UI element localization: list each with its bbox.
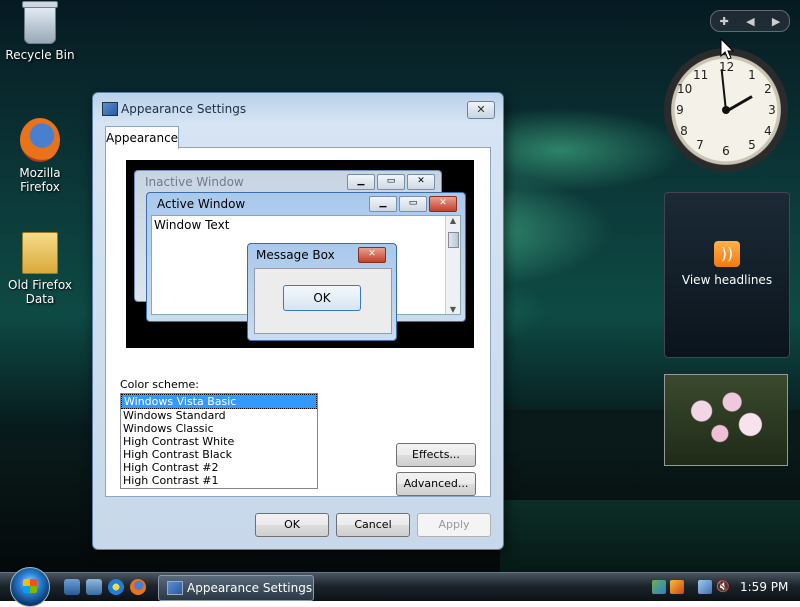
close-icon: ✕ [358, 247, 386, 263]
clock-gadget[interactable]: 12 1 2 3 4 5 6 7 8 9 10 11 [664, 48, 788, 172]
maximize-icon: ▭ [399, 196, 427, 212]
desktop-wallpaper-lake [500, 500, 800, 572]
desktop-icon-firefox[interactable]: Mozilla Firefox [0, 118, 80, 194]
folder-icon [22, 232, 58, 274]
switch-windows-icon[interactable] [86, 579, 102, 595]
list-item[interactable]: Windows Classic [121, 422, 317, 435]
clock-number: 9 [676, 103, 684, 117]
clock-number: 10 [677, 82, 693, 96]
previous-icon[interactable]: ◀ [746, 15, 754, 28]
dialog-title: Appearance Settings [121, 102, 247, 116]
close-button[interactable]: ✕ [467, 101, 495, 119]
taskbar: Appearance Settings 🔇 1:59 PM [0, 567, 800, 607]
close-icon: ✕ [407, 174, 435, 190]
recycle-bin-icon [22, 1, 58, 44]
show-desktop-icon[interactable] [64, 579, 80, 595]
message-box-ok-button: OK [283, 285, 361, 311]
view-headlines-label: View headlines [681, 273, 773, 287]
list-item[interactable]: Windows Vista Basic [121, 394, 317, 409]
desktop-icon-label: Mozilla Firefox [19, 166, 61, 194]
apply-button[interactable]: Apply [417, 513, 491, 537]
minimize-icon: ▁ [369, 196, 397, 212]
start-button[interactable] [10, 567, 50, 607]
list-item[interactable]: High Contrast Black [121, 448, 317, 461]
message-box-body: OK [254, 268, 392, 334]
feed-headlines-gadget[interactable]: )) View headlines [664, 192, 790, 358]
message-box-buttons: ✕ [358, 247, 386, 263]
desktop-icon-label: Old Firefox Data [8, 278, 72, 306]
clock-number: 11 [693, 68, 709, 82]
scroll-thumb [448, 232, 459, 248]
security-shield-icon[interactable] [670, 580, 684, 594]
gadget-toolbar: ✚ ◀ ▶ [710, 10, 790, 32]
list-item[interactable]: High Contrast White [121, 435, 317, 448]
active-window-buttons: ▁ ▭ ✕ [369, 196, 457, 212]
list-item[interactable]: Windows Standard [121, 409, 317, 422]
scroll-up-icon: ▲ [449, 216, 457, 225]
window-text-label: Window Text [154, 218, 230, 232]
desktop: Recycle Bin Mozilla Firefox Old Firefox … [0, 0, 800, 572]
message-box-title: Message Box [256, 248, 335, 262]
rss-icon: )) [714, 241, 740, 267]
appearance-preview: Inactive Window ▁ ▭ ✕ Active Window ▁ ▭ … [126, 160, 474, 348]
active-window-title: Active Window [157, 197, 246, 211]
clock-number: 1 [748, 68, 756, 82]
message-box-preview: Message Box ✕ OK [247, 243, 397, 341]
appearance-settings-dialog: Appearance Settings ✕ Appearance Inactiv… [92, 92, 504, 550]
inactive-window-title: Inactive Window [145, 175, 244, 189]
display-settings-icon [102, 102, 118, 116]
list-item[interactable]: High Contrast #2 [121, 461, 317, 474]
appearance-tab-panel: Inactive Window ▁ ▭ ✕ Active Window ▁ ▭ … [105, 147, 491, 497]
taskbar-item-appearance-settings[interactable]: Appearance Settings [158, 575, 314, 601]
volume-muted-icon[interactable]: 🔇 [716, 580, 730, 594]
minimize-icon: ▁ [347, 174, 375, 190]
effects-button[interactable]: Effects... [396, 443, 476, 467]
clock-number: 4 [764, 124, 772, 138]
clock-number: 6 [722, 144, 730, 158]
color-scheme-label: Color scheme: [120, 378, 199, 391]
firefox-icon [20, 118, 60, 162]
clock-number: 2 [764, 82, 772, 96]
cancel-button[interactable]: Cancel [336, 513, 410, 537]
maximize-icon: ▭ [377, 174, 405, 190]
clock-time[interactable]: 1:59 PM [740, 573, 788, 601]
display-settings-icon [167, 581, 183, 595]
clock-number: 5 [748, 138, 756, 152]
slideshow-gadget[interactable] [664, 374, 788, 466]
clock-minute-hand [720, 69, 727, 112]
connection-icon[interactable] [698, 580, 712, 594]
advanced-button[interactable]: Advanced... [396, 472, 476, 496]
active-window-preview: Active Window ▁ ▭ ✕ Window Text ▲ ▼ Mess… [146, 192, 466, 341]
system-tray: 🔇 1:59 PM [646, 573, 800, 601]
clock-number: 7 [696, 138, 704, 152]
list-item[interactable]: High Contrast #1 [121, 474, 317, 487]
inactive-window-buttons: ▁ ▭ ✕ [347, 174, 435, 190]
desktop-icon-label: Recycle Bin [5, 48, 75, 62]
tab-appearance[interactable]: Appearance [105, 126, 179, 149]
color-scheme-list[interactable]: Windows Vista Basic Windows Standard Win… [120, 393, 318, 489]
desktop-icon-old-firefox-data[interactable]: Old Firefox Data [0, 232, 80, 306]
network-icon[interactable] [652, 580, 666, 594]
scrollbar: ▲ ▼ [445, 216, 460, 314]
scroll-down-icon: ▼ [449, 305, 457, 314]
internet-explorer-icon[interactable] [108, 579, 124, 595]
clock-number: 8 [680, 124, 688, 138]
clock-number: 3 [768, 103, 776, 117]
ok-button[interactable]: OK [255, 513, 329, 537]
add-gadget-icon[interactable]: ✚ [720, 15, 729, 28]
mouse-cursor-icon [720, 38, 734, 60]
desktop-icon-recycle-bin[interactable]: Recycle Bin [0, 1, 80, 62]
close-icon: ✕ [429, 196, 457, 212]
next-icon[interactable]: ▶ [772, 15, 780, 28]
taskbar-item-label: Appearance Settings [187, 581, 313, 595]
clock-center [722, 106, 730, 114]
firefox-icon[interactable] [130, 579, 146, 595]
